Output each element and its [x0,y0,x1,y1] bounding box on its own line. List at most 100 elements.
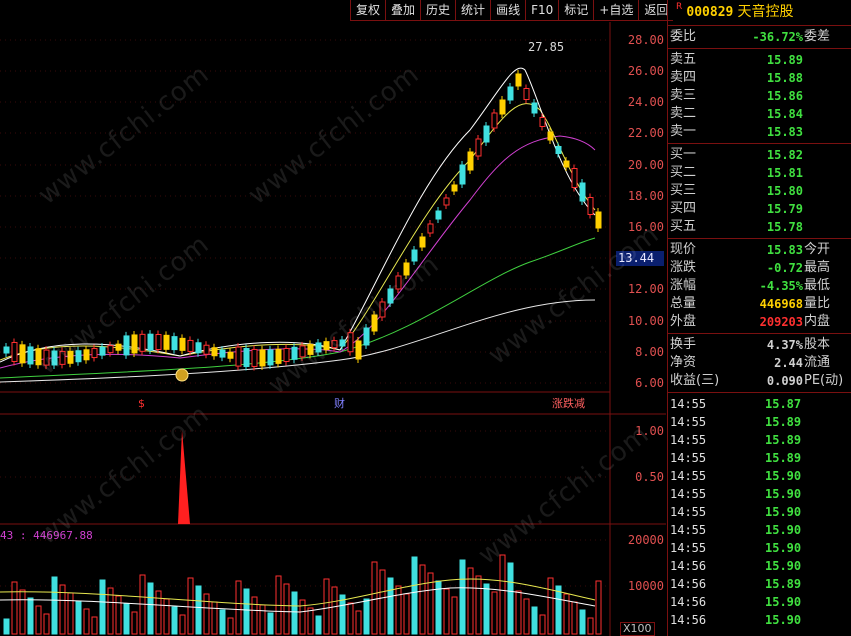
volume-bar [35,605,42,635]
price-axis-tick: 10.00 [627,314,664,328]
toolbar-overlay-button[interactable]: 叠加 [385,0,421,21]
toolbar-f10-button[interactable]: F10 [525,0,559,21]
tick-row: 14:56 15.89 [668,575,851,593]
volume-bar [211,601,218,635]
candle-body [451,184,458,192]
stat-value: 209203 [759,315,803,329]
buy-1-row: 买一 15.82 [668,146,851,164]
volume-bar [51,576,58,635]
volume-bar [299,599,306,635]
volume-bar [243,588,250,635]
tick-row: 14:56 15.90 [668,557,851,575]
tick-row: 14:55 15.90 [668,467,851,485]
indicator-axis-tick: 0.50 [635,470,664,484]
dividend-event-marker[interactable]: $ [138,397,145,410]
candle-body [235,346,242,367]
volume-bar [323,578,330,635]
stock-header[interactable]: R 000829 天音控股 [668,0,851,26]
tick-price: 15.89 [765,577,802,591]
toolbar-fuquan-button[interactable]: 复权 [350,0,386,21]
sell-price: 15.83 [766,125,803,139]
volume-bar [491,591,498,635]
tick-time: 14:55 [670,451,707,465]
buy-label: 买五 [670,219,697,234]
finance-event-marker[interactable]: 财 [334,397,345,410]
sell-label: 卖二 [670,106,697,121]
candle-body [459,164,466,185]
tick-time: 14:55 [670,523,707,537]
stat-value: 446968 [759,297,803,311]
volume-bar [307,607,314,635]
volume-bar [475,575,482,635]
toolbar-history-button[interactable]: 历史 [420,0,456,21]
price-axis-tick: 8.00 [635,345,664,359]
candle-body [275,348,282,364]
candle-body [267,349,274,366]
stock-name: 天音控股 [737,4,794,20]
chart-toolbar: 复权 叠加 历史 统计 画线 F10 标记 +自选 返回 [350,0,674,22]
volume-bar [355,610,362,635]
volume-scale-label[interactable]: X100 [620,622,655,636]
buy-2-row: 买二 15.81 [668,164,851,182]
candle-body [243,348,250,368]
tick-time: 14:55 [670,397,707,411]
volume-bar [291,591,298,635]
price-axis-tick: 18.00 [627,189,664,203]
sell-4-row: 卖四 15.88 [668,69,851,87]
volume-bar [283,583,290,635]
volume-bar [75,600,82,635]
candle-body [27,346,34,365]
toolbar-mark-button[interactable]: 标记 [558,0,594,21]
candle-body [483,125,490,143]
buy-3-row: 买三 15.80 [668,182,851,200]
buy-label: 买四 [670,201,697,216]
toolbar-draw-button[interactable]: 画线 [490,0,526,21]
price-stats: 现价 15.83 今开 涨跌 -0.72 最高 涨幅 -4.35% 最低 总量 446968 量… [668,239,851,334]
tick-price: 15.90 [765,469,802,483]
weibi-label: 委比 [670,29,697,44]
toolbar-stats-button[interactable]: 统计 [455,0,491,21]
candle-body [571,168,578,188]
volume-bar [339,594,346,635]
buy-price: 15.78 [766,220,803,234]
tick-price: 15.90 [765,523,802,537]
candle-body [3,346,10,354]
candle-body [515,73,522,87]
volume-bar [195,585,202,635]
stat-label: 总量 [670,296,697,311]
stat-row: 净资 2.44 流通 [668,354,851,372]
stat-label: 现价 [670,242,697,257]
volume-bar [451,596,458,635]
tick-row: 14:55 15.89 [668,431,851,449]
candle-body [579,182,586,202]
candle-body [107,345,114,354]
volume-bar [43,613,50,635]
chart-area[interactable]: 复权 叠加 历史 统计 画线 F10 标记 +自选 返回 28.00 26.00… [0,0,674,636]
tick-time: 14:56 [670,613,707,627]
volume-bar [571,601,578,635]
volume-bar [523,598,530,635]
stock-code: 000829 [686,5,734,20]
buy-price: 15.82 [766,148,803,162]
fundamental-stats: 换手 4.37% 股本 净资 2.44 流通 收益(三) 0.090 PE(动) [668,334,851,393]
candle-body [427,223,434,234]
tick-time: 14:55 [670,415,707,429]
candle-body [19,344,26,364]
candle-body [147,333,154,351]
tick-time: 14:56 [670,577,707,591]
tick-list[interactable]: 14:55 15.87 14:55 15.89 14:55 15.89 14:55 15.89… [668,393,851,629]
change-event-marker[interactable]: 涨跌减 [552,397,585,410]
price-axis-tick: 6.00 [635,376,664,390]
tick-price: 15.89 [765,433,802,447]
volume-bar [379,569,386,635]
sell-1-row: 卖一 15.83 [668,123,851,141]
tick-time: 14:55 [670,469,707,483]
volume-bar [459,559,466,635]
toolbar-add-watchlist-button[interactable]: +自选 [593,0,639,21]
stat-right-label: 股本 [804,337,831,352]
candle-body [419,236,426,248]
stat-right-label: PE(动) [804,373,844,388]
candle-body [539,117,546,127]
volume-axis-tick: 20000 [627,533,664,547]
tick-time: 14:55 [670,487,707,501]
